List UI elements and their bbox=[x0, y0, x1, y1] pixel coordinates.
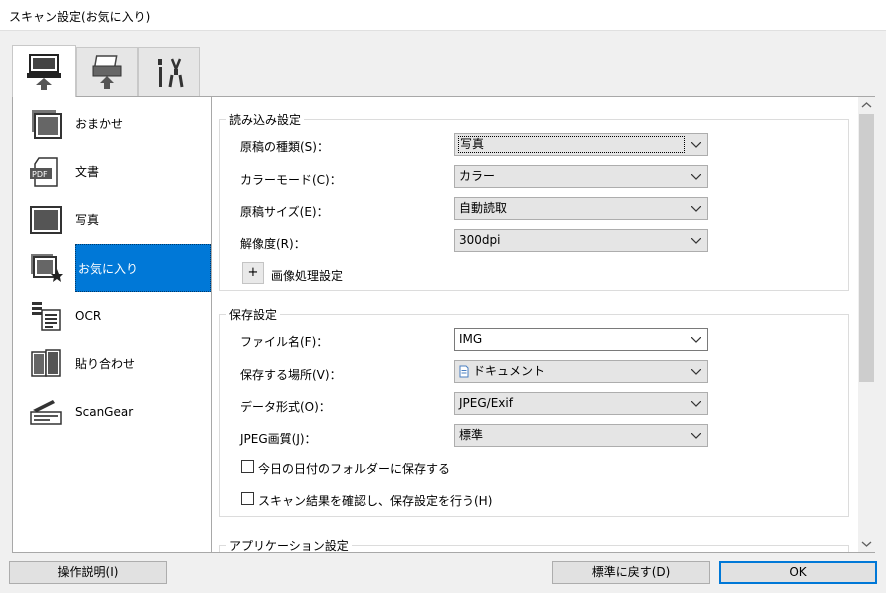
scroll-down-arrow-icon[interactable] bbox=[858, 535, 875, 552]
settings-panel: 読み込み設定 原稿の種類(S)： 写真 カラーモード(C)： カラー 原稿サイズ… bbox=[212, 96, 858, 553]
save-settings-group: 保存設定 ファイル名(F)： IMG 保存する場所(V)： ドキュメント データ… bbox=[219, 306, 849, 517]
save-today-folder-label[interactable]: 今日の日付のフォルダーに保存する bbox=[258, 460, 450, 477]
select-value: ドキュメント bbox=[473, 364, 546, 378]
ocr-text-icon bbox=[32, 302, 61, 331]
window-title: スキャン設定(お気に入り) bbox=[9, 10, 151, 24]
mode-item-stitch[interactable]: 貼り合わせ bbox=[13, 340, 211, 388]
save-today-folder-checkbox[interactable] bbox=[241, 460, 254, 473]
file-name-combo[interactable]: IMG bbox=[454, 328, 708, 351]
mode-label: お気に入り bbox=[75, 244, 211, 292]
instructions-button[interactable]: 操作説明(I) bbox=[9, 561, 167, 584]
select-value: カラー bbox=[459, 169, 496, 183]
file-name-label: ファイル名(F)： bbox=[240, 335, 329, 349]
image-processing-label[interactable]: 画像処理設定 bbox=[271, 267, 343, 284]
tab-scan-from-panel[interactable] bbox=[76, 47, 138, 97]
save-location-select[interactable]: ドキュメント bbox=[454, 360, 708, 383]
resolution-label: 解像度(R)： bbox=[240, 237, 306, 251]
mode-item-auto[interactable]: おまかせ bbox=[13, 100, 211, 148]
chevron-down-icon bbox=[691, 369, 701, 375]
mode-item-document[interactable]: PDF 文書 bbox=[13, 148, 211, 196]
tools-icon bbox=[158, 58, 184, 87]
mode-item-favorite[interactable]: お気に入り bbox=[13, 244, 211, 292]
mode-label: ScanGear bbox=[75, 405, 134, 419]
color-mode-select[interactable]: カラー bbox=[454, 165, 708, 188]
select-value: 自動読取 bbox=[459, 201, 508, 215]
mode-label: 文書 bbox=[75, 165, 100, 179]
select-value: 300dpi bbox=[459, 233, 501, 247]
paper-size-select[interactable]: 自動読取 bbox=[454, 197, 708, 220]
select-value: 写真 bbox=[457, 136, 686, 153]
chevron-down-icon bbox=[691, 142, 701, 148]
mode-label: 貼り合わせ bbox=[75, 357, 136, 371]
title-bar: スキャン設定(お気に入り) bbox=[0, 0, 886, 31]
read-settings-group: 読み込み設定 原稿の種類(S)： 写真 カラーモード(C)： カラー 原稿サイズ… bbox=[219, 111, 849, 291]
settings-scrollbar[interactable] bbox=[858, 96, 875, 553]
doc-type-label: 原稿の種類(S)： bbox=[240, 140, 329, 154]
data-format-select[interactable]: JPEG/Exif bbox=[454, 392, 708, 415]
group-title: 保存設定 bbox=[226, 306, 281, 323]
photo-icon bbox=[30, 206, 62, 234]
jpeg-quality-label: JPEG画質(J)： bbox=[240, 432, 317, 446]
mode-label: おまかせ bbox=[75, 117, 124, 131]
document-folder-icon bbox=[459, 365, 469, 378]
chevron-down-icon bbox=[691, 174, 701, 180]
mode-label: 写真 bbox=[75, 213, 100, 227]
doc-type-select[interactable]: 写真 bbox=[454, 133, 708, 156]
app-settings-group: アプリケーション設定 bbox=[219, 537, 849, 552]
mode-item-ocr[interactable]: OCR bbox=[13, 292, 211, 340]
select-value: JPEG/Exif bbox=[459, 396, 513, 410]
favorite-star-icon bbox=[31, 254, 63, 282]
chevron-down-icon bbox=[691, 401, 701, 407]
mode-item-scangear[interactable]: ScanGear bbox=[13, 388, 211, 436]
confirm-results-label[interactable]: スキャン結果を確認し、保存設定を行う(H) bbox=[258, 492, 492, 509]
tab-general-settings[interactable] bbox=[138, 47, 200, 97]
resolution-select[interactable]: 300dpi bbox=[454, 229, 708, 252]
image-processing-expand-button[interactable]: + bbox=[242, 262, 264, 284]
paper-size-label: 原稿サイズ(E)： bbox=[240, 205, 329, 219]
scroll-thumb[interactable] bbox=[859, 114, 874, 382]
tab-scan-from-computer[interactable] bbox=[12, 45, 76, 97]
color-mode-label: カラーモード(C)： bbox=[240, 173, 342, 187]
ok-button[interactable]: OK bbox=[719, 561, 877, 584]
scroll-up-arrow-icon[interactable] bbox=[858, 97, 875, 114]
data-format-label: データ形式(O)： bbox=[240, 400, 331, 414]
scanner-panel-icon bbox=[92, 54, 122, 89]
chevron-down-icon bbox=[691, 337, 701, 343]
stitch-icon bbox=[31, 349, 61, 377]
scangear-icon bbox=[30, 400, 62, 425]
svg-text:PDF: PDF bbox=[32, 170, 48, 179]
group-title: 読み込み設定 bbox=[226, 111, 305, 128]
chevron-down-icon bbox=[691, 238, 701, 244]
jpeg-quality-select[interactable]: 標準 bbox=[454, 424, 708, 447]
select-value: 標準 bbox=[459, 428, 484, 442]
group-title: アプリケーション設定 bbox=[226, 537, 352, 552]
auto-scan-icon bbox=[32, 110, 62, 139]
computer-scan-icon bbox=[27, 53, 61, 90]
scan-mode-list: おまかせ PDF 文書 写真 お気に入り OCR 貼り合わせ ScanGear bbox=[12, 96, 212, 553]
chevron-down-icon bbox=[691, 433, 701, 439]
restore-defaults-button[interactable]: 標準に戻す(D) bbox=[552, 561, 710, 584]
select-value: IMG bbox=[459, 332, 483, 346]
pdf-document-icon: PDF bbox=[30, 157, 58, 187]
save-location-label: 保存する場所(V)： bbox=[240, 368, 342, 382]
chevron-down-icon bbox=[691, 206, 701, 212]
mode-item-photo[interactable]: 写真 bbox=[13, 196, 211, 244]
mode-label: OCR bbox=[75, 309, 102, 323]
confirm-results-checkbox[interactable] bbox=[241, 492, 254, 505]
